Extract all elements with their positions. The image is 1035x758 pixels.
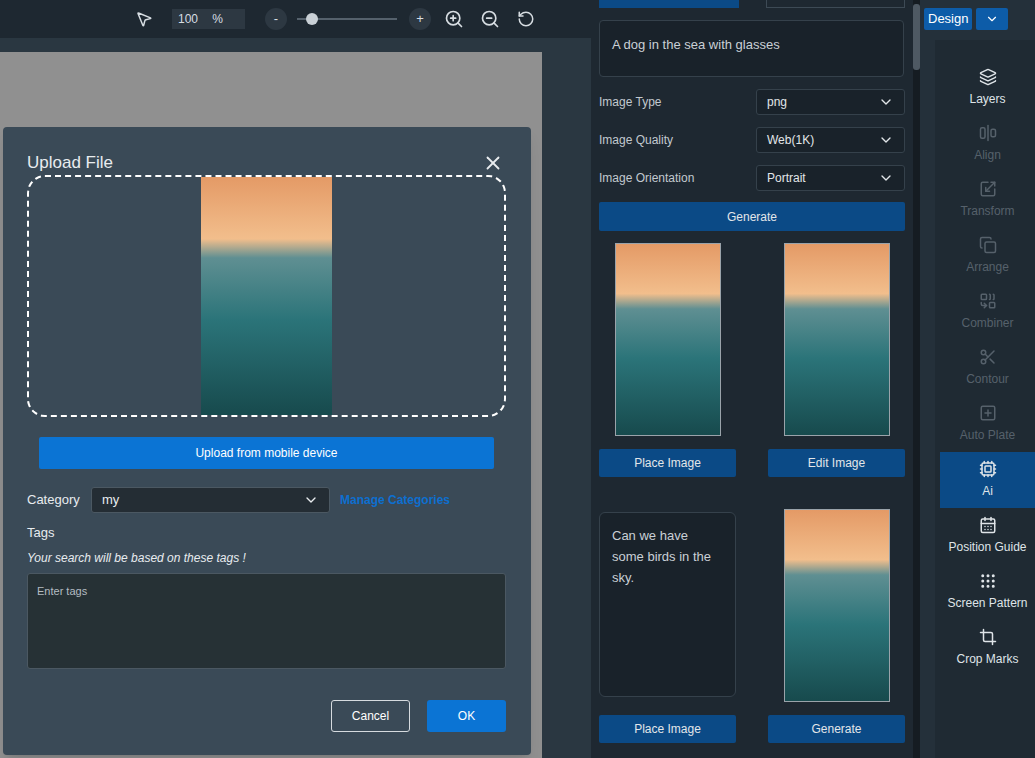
category-label: Category	[27, 490, 91, 510]
zoom-slider[interactable]	[297, 12, 397, 26]
generated-image[interactable]	[615, 243, 721, 436]
design-button[interactable]: Design	[924, 8, 972, 30]
sidebar-item-icon	[979, 628, 997, 646]
chevron-down-icon	[303, 492, 319, 508]
result-item: Place Image	[599, 243, 736, 477]
sidebar-item: Arrange	[940, 228, 1035, 284]
setting-row: Image OrientationPortrait	[599, 165, 905, 191]
drop-zone[interactable]	[27, 175, 506, 417]
sidebar-item[interactable]: Crop Marks	[940, 620, 1035, 676]
result-item: Edit Image	[768, 243, 905, 477]
sidebar-item-icon	[979, 460, 997, 478]
result-button[interactable]: Generate	[768, 715, 905, 743]
generated-image[interactable]	[784, 509, 890, 702]
setting-select[interactable]: Web(1K)	[756, 127, 905, 153]
app: 100%- + Upload File Upload from mobile devi…	[0, 0, 1035, 758]
sidebar-item: Auto Plate	[940, 396, 1035, 452]
prompt-input[interactable]: A dog in the sea with glasses	[599, 20, 904, 77]
reset-zoom-icon[interactable]	[517, 10, 535, 28]
result-button[interactable]: Place Image	[599, 449, 736, 477]
sidebar-item[interactable]: Position Guide	[940, 508, 1035, 564]
pointer-icon[interactable]	[135, 10, 153, 28]
generated-image[interactable]	[784, 243, 890, 436]
result-item: Can we have some birds in the sky. Place …	[599, 509, 736, 743]
sidebar-item[interactable]: Screen Pattern	[940, 564, 1035, 620]
sidebar-item-icon	[979, 124, 997, 142]
setting-select[interactable]: Portrait	[756, 165, 905, 191]
generate-button[interactable]: Generate	[599, 202, 905, 231]
edit-prompt-input[interactable]: Can we have some birds in the sky.	[599, 512, 736, 697]
sidebar: Design LayersAlignTransformArrangeCombine…	[920, 0, 1035, 758]
zoom-in-button[interactable]: +	[409, 8, 431, 30]
zoom-out-icon[interactable]	[480, 9, 500, 29]
upload-mobile-button[interactable]: Upload from mobile device	[39, 437, 494, 469]
cancel-button[interactable]: Cancel	[331, 700, 410, 732]
uploaded-image	[201, 177, 332, 415]
sidebar-item: Align	[940, 116, 1035, 172]
sidebar-item-icon	[979, 68, 997, 86]
toolbar: 100%- +	[0, 0, 591, 38]
sidebar-item-icon	[979, 180, 997, 198]
tags-label: Tags	[27, 523, 506, 543]
design-dropdown-button[interactable]	[976, 8, 1008, 30]
category-select[interactable]: my	[91, 487, 330, 513]
sidebar-item-icon	[979, 404, 997, 422]
sidebar-item-icon	[979, 348, 997, 366]
sidebar-item-icon	[979, 236, 997, 254]
result-item: Generate	[768, 509, 905, 743]
dialog-title: Upload File	[27, 150, 113, 176]
chevron-down-icon	[878, 170, 894, 186]
zoom-input[interactable]: 100%	[172, 9, 245, 29]
close-icon[interactable]	[482, 152, 504, 174]
slider-thumb[interactable]	[306, 13, 318, 25]
scrollbar[interactable]	[913, 0, 920, 758]
chevron-down-icon	[985, 12, 999, 26]
sidebar-item: Contour	[940, 340, 1035, 396]
sidebar-item-icon	[979, 292, 997, 310]
editor-area: 100%- + Upload File Upload from mobile devi…	[0, 0, 591, 758]
manage-categories-link[interactable]: Manage Categories	[340, 491, 450, 509]
tags-hint: Your search will be based on these tags …	[27, 549, 506, 567]
sidebar-item[interactable]: Ai	[940, 452, 1035, 508]
zoom-in-icon[interactable]	[444, 9, 464, 29]
result-button[interactable]: Place Image	[599, 715, 736, 743]
chevron-down-icon	[878, 94, 894, 110]
sidebar-item: Combiner	[940, 284, 1035, 340]
chevron-down-icon	[878, 132, 894, 148]
sidebar-item[interactable]: Layers	[940, 60, 1035, 116]
ai-panel: A dog in the sea with glasses Image Typep…	[591, 0, 920, 758]
upload-dialog: Upload File Upload from mobile device Cate…	[3, 127, 531, 755]
sidebar-item-icon	[979, 516, 997, 534]
setting-row: Image QualityWeb(1K)	[599, 127, 905, 153]
ok-button[interactable]: OK	[427, 700, 506, 732]
result-button[interactable]: Edit Image	[768, 449, 905, 477]
sidebar-item: Transform	[940, 172, 1035, 228]
sidebar-item-icon	[979, 572, 997, 590]
tags-input[interactable]: Enter tags	[27, 573, 506, 669]
zoom-out-button[interactable]: -	[265, 8, 287, 30]
setting-row: Image Typepng	[599, 89, 905, 115]
setting-select[interactable]: png	[756, 89, 905, 115]
